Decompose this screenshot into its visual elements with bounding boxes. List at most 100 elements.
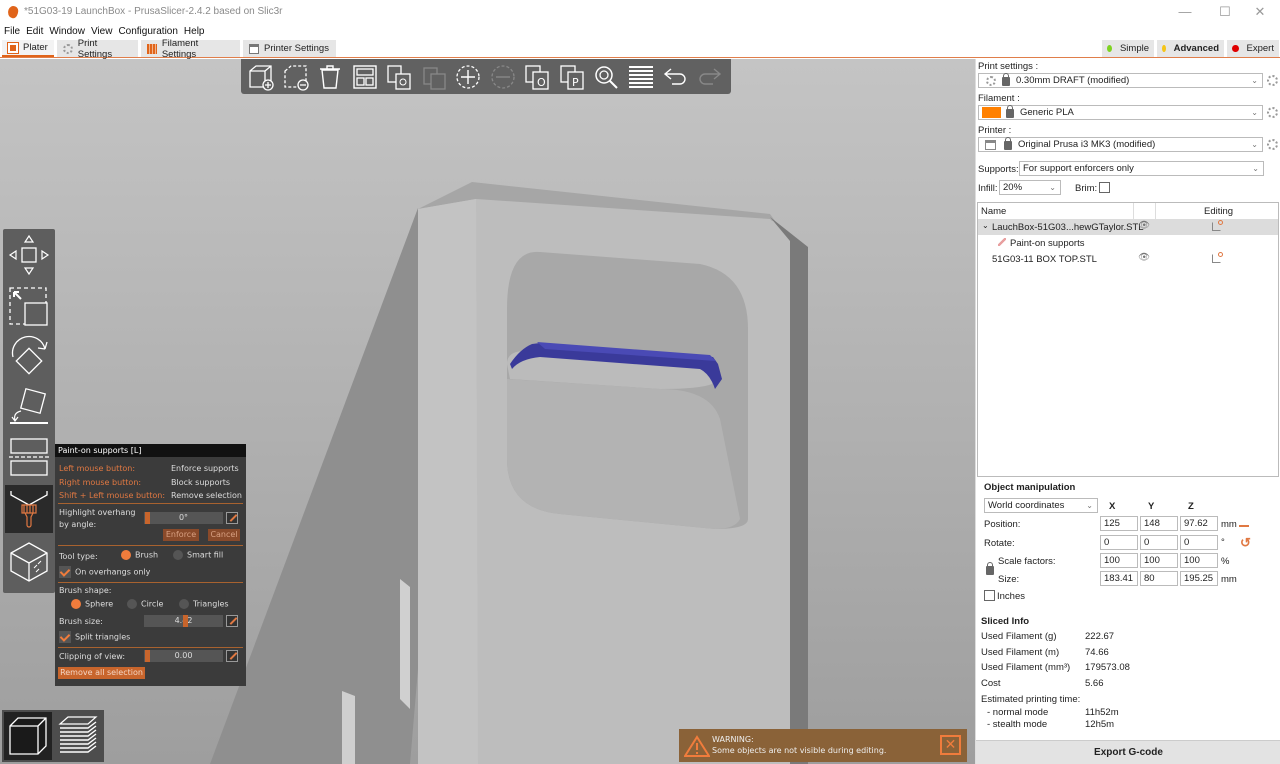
rotate-z-input[interactable]: 0	[1180, 535, 1218, 550]
tab-filament-settings[interactable]: Filament Settings	[141, 38, 240, 60]
tab-plater[interactable]: Plater	[2, 40, 54, 57]
cut-gizmo-button[interactable]	[5, 433, 53, 481]
coordinate-system-combo[interactable]: World coordinates ⌄	[984, 498, 1098, 513]
brim-checkbox[interactable]	[1099, 182, 1110, 193]
paste-button[interactable]	[418, 62, 450, 92]
cancel-button[interactable]: Cancel	[208, 529, 240, 541]
radio-label: Smart fill	[187, 550, 224, 560]
search-button[interactable]	[590, 62, 622, 92]
undo-button[interactable]	[659, 62, 691, 92]
edit-value-icon[interactable]	[226, 650, 238, 662]
enforce-button[interactable]: Enforce	[163, 529, 199, 541]
menu-window[interactable]: Window	[49, 26, 85, 37]
edit-value-icon[interactable]	[226, 512, 238, 524]
reset-rotation-icon[interactable]: ↺	[1240, 535, 1251, 551]
rotate-gizmo-button[interactable]	[5, 333, 53, 381]
size-y-input[interactable]: 80	[1140, 571, 1178, 586]
visibility-eye-icon[interactable]: 👁	[1138, 252, 1150, 263]
move-gizmo-button[interactable]	[5, 231, 53, 279]
place-on-face-gizmo-button[interactable]	[5, 383, 53, 431]
tab-print-settings[interactable]: Print Settings	[57, 38, 138, 60]
size-z-input[interactable]: 195.25	[1180, 571, 1218, 586]
expand-chevron-icon[interactable]: ⌄	[982, 221, 989, 230]
supports-combo[interactable]: For support enforcers only ⌄	[1019, 161, 1264, 176]
print-settings-gear-icon[interactable]	[1267, 75, 1278, 86]
position-y-input[interactable]: 148	[1140, 516, 1178, 531]
preview-button[interactable]	[54, 712, 102, 760]
close-button[interactable]: ✕	[1240, 0, 1280, 23]
overhang-angle-slider[interactable]: 0°	[144, 512, 223, 524]
variable-layer-height-button[interactable]	[625, 62, 657, 92]
remove-all-selection-button[interactable]: Remove all selection	[58, 667, 145, 679]
menu-file[interactable]: File	[4, 26, 20, 37]
split-triangles-checkbox[interactable]: Split triangles	[59, 631, 130, 643]
drop-to-bed-icon[interactable]	[1239, 517, 1249, 527]
column-header-name[interactable]: Name	[981, 206, 1006, 217]
export-gcode-button[interactable]: Export G-code	[976, 740, 1280, 764]
rotate-x-input[interactable]: 0	[1100, 535, 1138, 550]
scale-x-input[interactable]: 100	[1100, 553, 1138, 568]
scale-gizmo-button[interactable]	[5, 283, 53, 331]
position-x-input[interactable]: 125	[1100, 516, 1138, 531]
slider-knob[interactable]	[145, 512, 150, 524]
infill-combo[interactable]: 20% ⌄	[999, 180, 1061, 195]
redo-button[interactable]	[694, 62, 726, 92]
shape-triangles-radio[interactable]: Triangles	[179, 599, 229, 609]
print-settings-combo[interactable]: 0.30mm DRAFT (modified) ⌄	[978, 73, 1263, 88]
filament-combo[interactable]: Generic PLA ⌄	[978, 105, 1263, 120]
add-instance-button[interactable]	[452, 62, 484, 92]
size-x-input[interactable]: 183.41	[1100, 571, 1138, 586]
menu-view[interactable]: View	[91, 26, 113, 37]
close-warning-button[interactable]: ✕	[940, 735, 961, 755]
tab-printer-settings[interactable]: Printer Settings	[243, 40, 336, 57]
arrange-icon	[352, 64, 377, 89]
tool-smartfill-radio[interactable]: Smart fill	[173, 550, 223, 560]
menu-edit[interactable]: Edit	[26, 26, 43, 37]
paint-on-supports-panel: Paint-on supports [L] Left mouse button:…	[55, 444, 246, 686]
mode-expert[interactable]: Expert	[1227, 40, 1279, 57]
list-item[interactable]: 51G03-11 BOX TOP.STL 👁	[978, 251, 1278, 267]
printer-combo[interactable]: Original Prusa i3 MK3 (modified) ⌄	[978, 137, 1263, 152]
add-object-button[interactable]	[245, 62, 277, 92]
rotate-y-input[interactable]: 0	[1140, 535, 1178, 550]
scale-y-input[interactable]: 100	[1140, 553, 1178, 568]
uniform-scale-lock-icon[interactable]	[986, 562, 994, 575]
sliced-info-label: Cost	[981, 678, 1001, 689]
printer-gear-icon[interactable]	[1267, 139, 1278, 150]
seam-painting-gizmo-button[interactable]	[5, 537, 53, 585]
list-item-selected[interactable]: ⌄ LauchBox-51G03...hewGTaylor.STL 👁	[978, 219, 1278, 235]
minimize-button[interactable]: —	[1165, 0, 1205, 23]
list-item-child[interactable]: Paint-on supports	[978, 235, 1278, 251]
split-to-parts-button[interactable]: P	[556, 62, 588, 92]
brush-size-slider[interactable]: 4.42	[144, 615, 223, 627]
mode-advanced[interactable]: Advanced	[1157, 40, 1224, 57]
delete-all-button[interactable]	[314, 62, 346, 92]
delete-selection-button[interactable]	[280, 62, 312, 92]
edit-value-icon[interactable]	[226, 615, 238, 627]
maximize-button[interactable]: ☐	[1205, 0, 1245, 23]
arrange-button[interactable]	[349, 62, 381, 92]
menu-configuration[interactable]: Configuration	[118, 26, 177, 37]
copy-button[interactable]	[383, 62, 415, 92]
clipping-slider[interactable]: 0.00	[144, 650, 223, 662]
paint-on-supports-gizmo-button[interactable]	[5, 485, 53, 533]
remove-instance-button[interactable]	[487, 62, 519, 92]
3d-view-button[interactable]	[4, 712, 52, 760]
filament-gear-icon[interactable]	[1267, 107, 1278, 118]
visibility-eye-icon[interactable]: 👁	[1138, 220, 1150, 231]
on-overhangs-only-checkbox[interactable]: On overhangs only	[59, 566, 150, 578]
slider-knob[interactable]	[183, 615, 188, 627]
tool-brush-radio[interactable]: Brush	[121, 550, 158, 560]
menu-help[interactable]: Help	[184, 26, 205, 37]
column-header-editing[interactable]: Editing	[1204, 206, 1233, 217]
3d-viewport[interactable]: O P Paint-on supports [L] Left mouse but…	[0, 59, 975, 764]
slider-knob[interactable]	[145, 650, 150, 662]
shape-sphere-radio[interactable]: Sphere	[71, 599, 113, 609]
scale-z-input[interactable]: 100	[1180, 553, 1218, 568]
mode-simple[interactable]: Simple	[1102, 40, 1154, 57]
shape-circle-radio[interactable]: Circle	[127, 599, 163, 609]
split-to-objects-button[interactable]: O	[521, 62, 553, 92]
highlight-label: Highlight overhang	[59, 508, 136, 517]
inches-checkbox[interactable]	[984, 590, 995, 601]
position-z-input[interactable]: 97.62	[1180, 516, 1218, 531]
